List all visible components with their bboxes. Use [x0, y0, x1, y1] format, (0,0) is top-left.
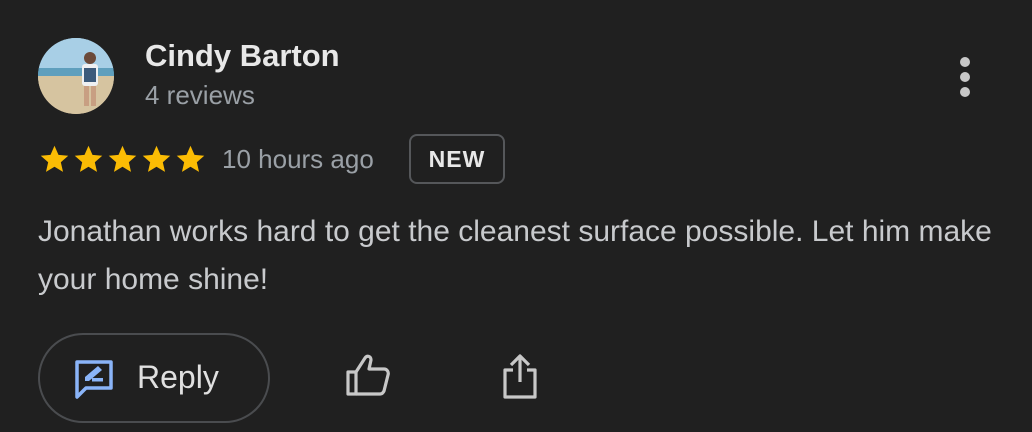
star-icon	[40, 145, 69, 172]
rate-review-icon	[72, 357, 116, 406]
review-text: Jonathan works hard to get the cleanest …	[38, 215, 992, 296]
share-button[interactable]	[500, 352, 540, 405]
author-name[interactable]: Cindy Barton	[145, 38, 340, 74]
more-vert-icon-dot	[960, 87, 970, 97]
star-icon	[142, 145, 171, 172]
reply-button[interactable]: Reply	[38, 333, 270, 423]
star-rating	[38, 143, 207, 176]
share-icon	[500, 354, 540, 404]
reply-label: Reply	[137, 359, 219, 395]
review-time: 10 hours ago	[222, 144, 374, 174]
avatar[interactable]	[38, 38, 114, 114]
star-icon	[176, 145, 205, 172]
like-button[interactable]	[344, 352, 392, 403]
more-vert-icon-dot	[960, 72, 970, 82]
star-icon	[108, 145, 137, 172]
new-badge: NEW	[409, 134, 505, 184]
author-review-count: 4 reviews	[145, 80, 255, 110]
star-icon	[74, 145, 103, 172]
more-vert-icon	[960, 57, 970, 67]
thumb-up-icon	[344, 354, 392, 402]
more-options-button[interactable]	[950, 55, 980, 99]
